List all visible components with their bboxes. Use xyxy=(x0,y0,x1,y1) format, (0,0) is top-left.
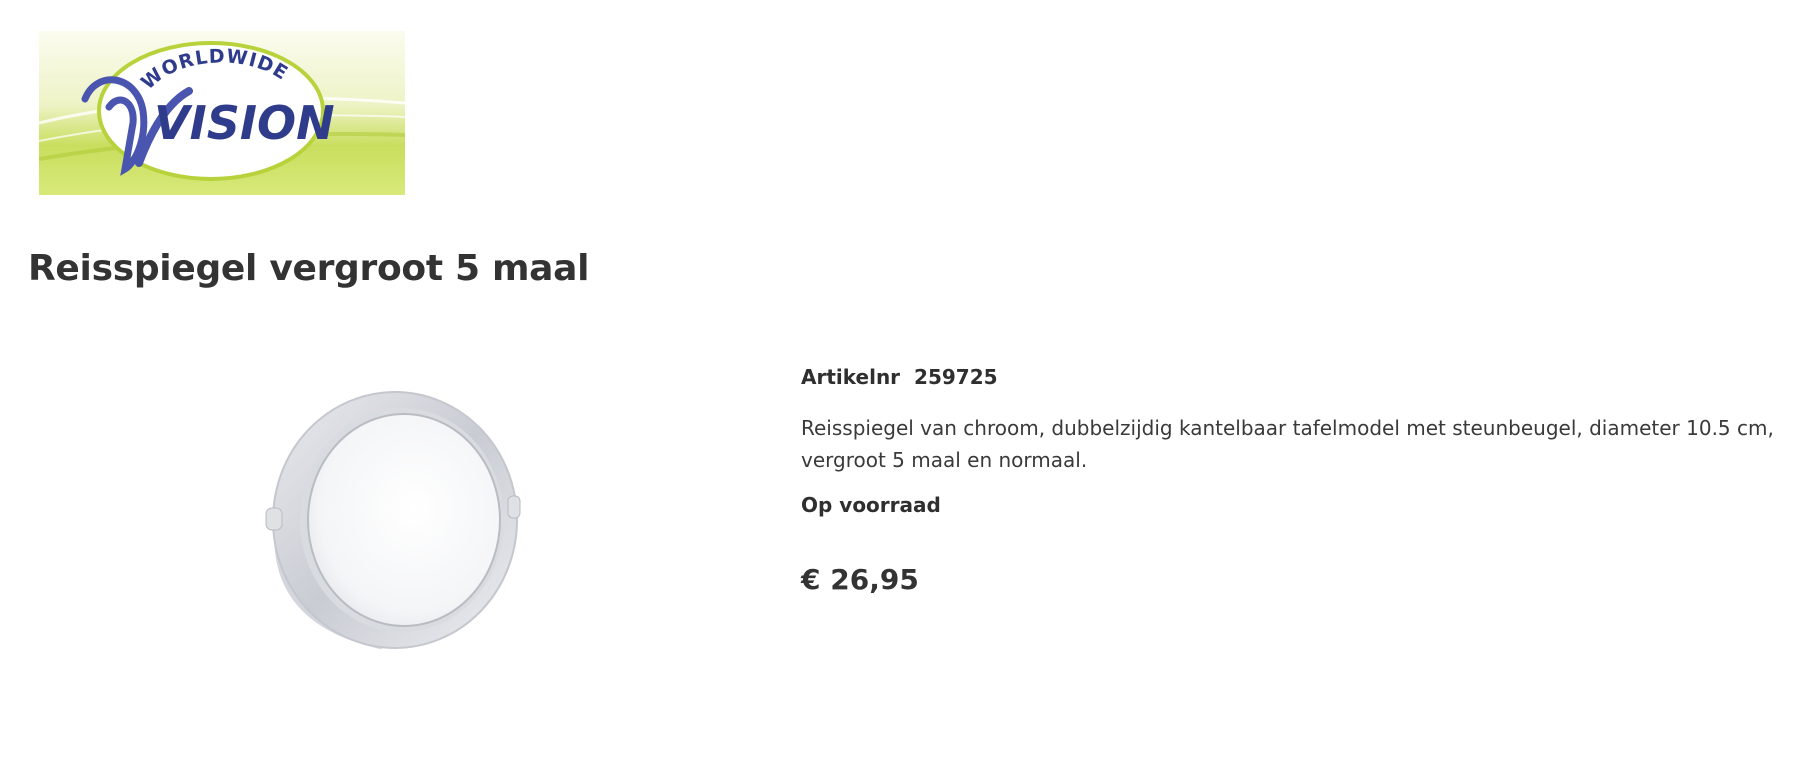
product-price: € 26,95 xyxy=(801,563,919,596)
sku-value: 259725 xyxy=(914,365,998,389)
product-details: Artikelnr 259725 Reisspiegel van chroom, … xyxy=(801,362,1791,598)
stock-status: Op voorraad xyxy=(801,493,941,517)
round-mirror-icon xyxy=(265,391,521,650)
product-image[interactable] xyxy=(190,360,550,655)
site-logo[interactable]: VISION WORLDWIDE xyxy=(39,31,405,195)
product-description: Reisspiegel van chroom, dubbelzijdig kan… xyxy=(801,416,1774,472)
svg-text:VISION: VISION xyxy=(154,96,335,150)
sku-label: Artikelnr xyxy=(801,365,901,389)
sku-row: Artikelnr 259725 xyxy=(801,362,1791,392)
page-title: Reisspiegel vergroot 5 maal xyxy=(28,248,590,289)
worldwide-vision-logo: VISION WORLDWIDE xyxy=(39,31,405,195)
